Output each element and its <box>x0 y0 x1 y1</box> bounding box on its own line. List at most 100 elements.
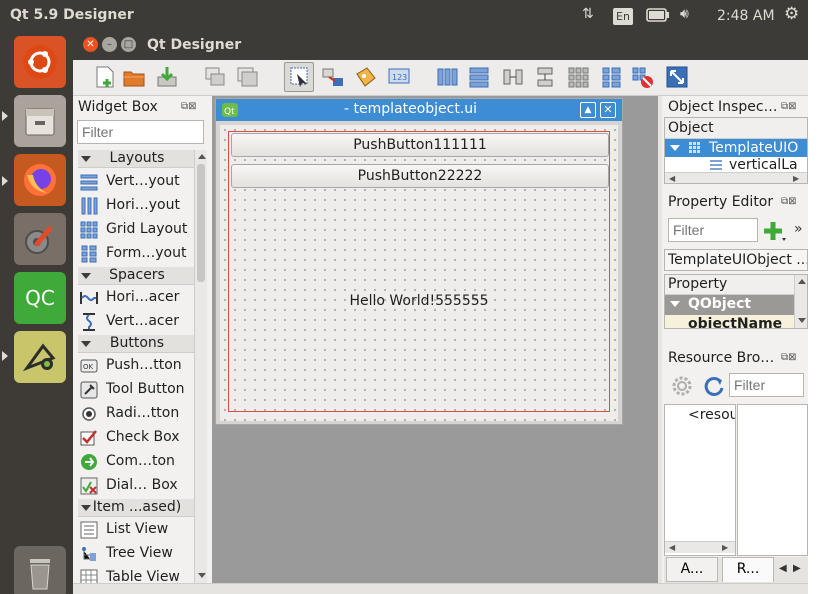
widget-vertical-spacer[interactable]: Vert…acer <box>78 310 196 334</box>
object-inspector-hscroll[interactable]: ◀ ▶ <box>665 172 807 183</box>
files-icon[interactable] <box>14 95 66 147</box>
widget-list-view[interactable]: List View <box>78 518 196 542</box>
battery-icon[interactable] <box>646 8 670 26</box>
widget-tool-button[interactable]: Tool Button <box>78 378 196 402</box>
form-close-icon[interactable]: ✕ <box>600 102 616 118</box>
ubuntu-dash-icon[interactable] <box>14 36 66 88</box>
lay-out-vertically-icon[interactable] <box>467 65 491 89</box>
widget-box-float-close-icons[interactable]: ⧉⊠ <box>181 101 197 112</box>
category-item-views[interactable]: Item ...ased) <box>78 499 196 517</box>
firefox-icon[interactable] <box>14 154 66 206</box>
widget-command-link-button[interactable]: Com…ton <box>78 450 196 474</box>
edit-buddies-icon[interactable] <box>354 65 378 89</box>
object-row-template[interactable]: TemplateUIO <box>665 139 807 157</box>
new-file-icon[interactable] <box>93 65 117 89</box>
scroll-up-arrow-icon[interactable] <box>198 154 206 159</box>
lay-out-grid-icon[interactable] <box>566 65 590 89</box>
widget-grid-layout[interactable]: Grid Layout <box>78 218 196 242</box>
property-table-scrollbar[interactable] <box>794 275 807 328</box>
widget-radio-button[interactable]: Radi…tton <box>78 402 196 426</box>
widget-dialog-button-box[interactable]: Dial… Box <box>78 474 196 498</box>
splitter-horizontal-icon[interactable] <box>501 65 525 89</box>
form-maximize-icon[interactable]: ▲ <box>580 102 596 118</box>
break-layout-icon[interactable] <box>630 65 654 89</box>
property-column-header[interactable]: Property <box>665 275 794 295</box>
scroll-down-arrow-icon[interactable] <box>198 573 206 578</box>
gear-icon[interactable]: ⚙ <box>784 4 799 24</box>
resource-filter-input[interactable] <box>729 373 804 397</box>
edit-signals-icon[interactable] <box>321 65 345 89</box>
push-button-1[interactable]: PushButton111111 <box>231 133 609 157</box>
edit-resources-gear-icon[interactable] <box>671 375 693 397</box>
qt-creator-icon[interactable]: QC <box>14 272 66 324</box>
save-icon[interactable] <box>155 65 179 89</box>
edit-tab-order-icon[interactable]: 123 <box>387 65 411 89</box>
widget-box-filter-input[interactable] <box>77 120 204 144</box>
object-column-header[interactable]: Object <box>665 118 807 139</box>
resource-tree-hscroll[interactable]: ◀ ▶ <box>665 541 735 553</box>
collapse-arrow-icon[interactable] <box>670 301 680 307</box>
edit-widgets-button[interactable] <box>284 62 314 92</box>
resource-tree[interactable]: <resou ◀ ▶ <box>664 404 736 556</box>
close-icon[interactable]: ✕ <box>83 37 98 52</box>
widget-vertical-layout[interactable]: Vert…yout <box>78 170 196 194</box>
lay-out-form-icon[interactable] <box>599 65 623 89</box>
dock-splitter[interactable] <box>658 96 662 583</box>
property-filter-input[interactable] <box>668 218 758 242</box>
scroll-right-arrow-icon[interactable]: ▶ <box>722 543 728 552</box>
resource-browser-float-close-icons[interactable]: ⧉⊠ <box>781 352 797 363</box>
object-inspector-tree[interactable]: Object TemplateUIO verticalLa ◀ ▶ <box>664 117 808 184</box>
scroll-left-arrow-icon[interactable]: ◀ <box>669 543 675 552</box>
reload-icon[interactable] <box>703 375 725 397</box>
vertical-layout[interactable]: PushButton111111 PushButton22222 Hello W… <box>228 131 610 412</box>
trash-icon[interactable] <box>14 546 66 594</box>
property-editor-float-close-icons[interactable]: ⧉⊠ <box>781 196 797 207</box>
object-inspector-float-close-icons[interactable]: ⧉⊠ <box>781 101 797 112</box>
property-group-qobject[interactable]: QObject <box>665 295 794 315</box>
tab-scroll-right-icon[interactable]: ▶ <box>793 563 801 574</box>
tab-resource-browser[interactable]: R... <box>722 557 774 582</box>
scroll-right-arrow-icon[interactable]: ▶ <box>793 174 799 183</box>
widget-tree-view[interactable]: Tree View <box>78 542 196 566</box>
scroll-left-arrow-icon[interactable]: ◀ <box>669 174 675 183</box>
category-spacers[interactable]: Spacers <box>78 267 196 285</box>
tab-action-editor[interactable]: A... <box>666 557 718 582</box>
window-list-icon[interactable] <box>203 65 227 89</box>
widget-push-button[interactable]: OK Push…tton <box>78 354 196 378</box>
add-dynamic-property-icon[interactable] <box>763 220 787 242</box>
toolbar-extension-icon[interactable]: » <box>794 221 803 237</box>
widget-box-scrollbar[interactable] <box>194 150 207 583</box>
resource-root-item[interactable]: <resou <box>688 407 735 423</box>
clock[interactable]: 2:48 AM <box>717 8 775 24</box>
hello-label[interactable]: Hello World!555555 <box>229 293 609 309</box>
input-method-indicator[interactable]: En <box>613 8 633 25</box>
expand-arrow-icon[interactable] <box>670 145 680 151</box>
maximize-icon[interactable]: □ <box>121 37 136 52</box>
volume-icon[interactable]: 🔊︎ <box>680 6 689 22</box>
lay-out-horizontally-icon[interactable] <box>435 65 459 89</box>
form-canvas[interactable]: PushButton111111 PushButton22222 Hello W… <box>220 125 618 421</box>
splitter-vertical-icon[interactable] <box>533 65 557 89</box>
tab-scroll-left-icon[interactable]: ◀ <box>779 563 787 574</box>
adjust-size-icon[interactable] <box>665 65 689 89</box>
qt-designer-icon[interactable] <box>14 331 66 383</box>
scroll-up-arrow-icon[interactable] <box>798 279 806 284</box>
stacked-windows-icon[interactable] <box>235 65 259 89</box>
widget-box-scroll-thumb[interactable] <box>197 164 205 282</box>
category-layouts[interactable]: Layouts <box>78 150 196 168</box>
category-buttons[interactable]: Buttons <box>78 335 196 353</box>
widget-check-box[interactable]: Check Box <box>78 426 196 450</box>
system-settings-icon[interactable] <box>14 213 66 265</box>
widget-horizontal-layout[interactable]: Hori…yout <box>78 194 196 218</box>
widget-form-layout[interactable]: Form…yout <box>78 242 196 266</box>
property-row-objectname[interactable]: objectName <box>665 315 794 328</box>
network-arrows-icon[interactable]: ⇅ <box>582 6 594 22</box>
push-button-2[interactable]: PushButton22222 <box>231 164 609 188</box>
widget-horizontal-spacer[interactable]: Hori…acer <box>78 286 196 310</box>
minimize-icon[interactable]: – <box>102 37 117 52</box>
resource-list[interactable] <box>737 404 808 556</box>
designer-titlebar: ✕ – □ Qt Designer <box>73 31 808 60</box>
open-folder-icon[interactable] <box>122 65 146 89</box>
property-table[interactable]: Property QObject objectName <box>664 274 808 329</box>
scroll-down-arrow-icon[interactable] <box>798 318 806 323</box>
